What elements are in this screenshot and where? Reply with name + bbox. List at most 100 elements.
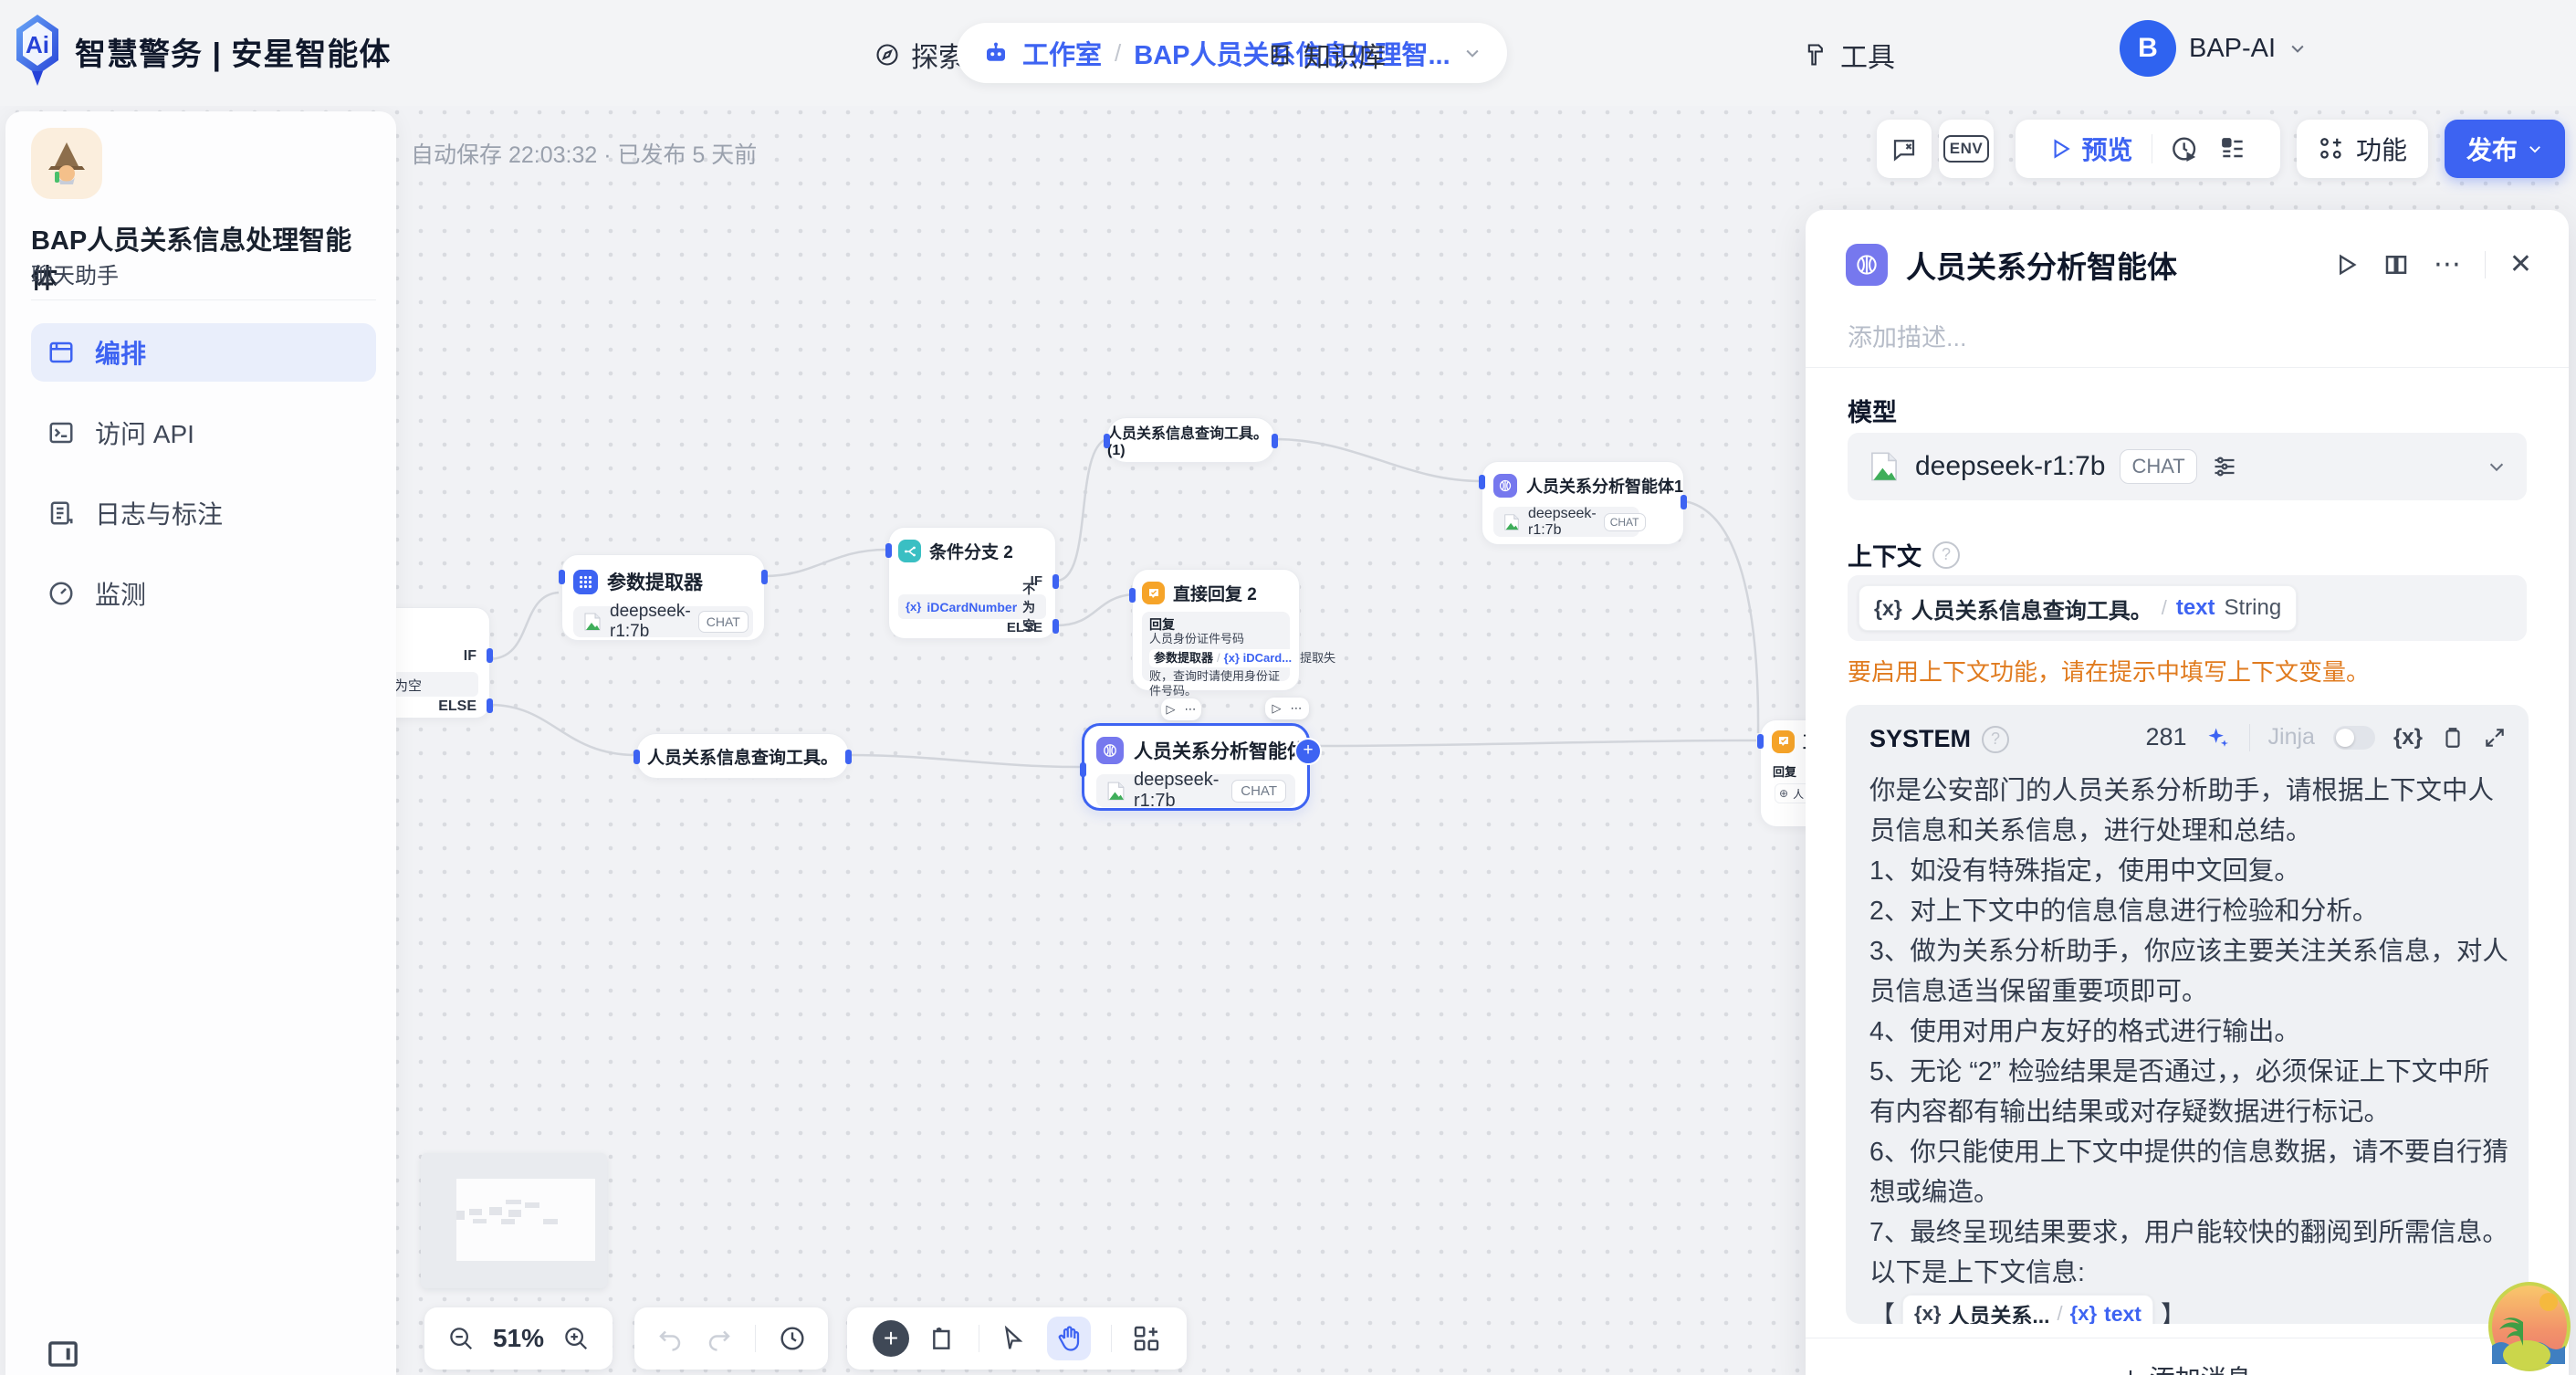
add-note-icon[interactable] [929, 1324, 958, 1353]
open-docs-icon[interactable] [2382, 251, 2410, 278]
reply-icon [1772, 730, 1795, 753]
logs-icon [47, 499, 75, 527]
help-icon[interactable]: ? [1982, 726, 2009, 753]
port-else-out[interactable] [1052, 619, 1059, 634]
variable-name: 人员关系... [1948, 1298, 2049, 1324]
chevron-down-icon[interactable] [2487, 457, 2507, 477]
ai-sparkle-icon[interactable] [2205, 725, 2231, 750]
preview-button[interactable]: 预览 [2048, 131, 2132, 167]
features-button[interactable]: 功能 [2297, 120, 2428, 178]
reply-tail1: 提取失 [1300, 651, 1335, 666]
nav-explore[interactable]: 探索 [874, 35, 966, 75]
run-agent-icon[interactable] [2333, 252, 2359, 278]
zoom-in-icon[interactable] [562, 1325, 590, 1352]
sidebar-item-logs[interactable]: 日志与标注 [31, 484, 376, 542]
more-icon[interactable]: ⋯ [1185, 702, 1197, 717]
port-in[interactable] [885, 543, 892, 558]
variable-sep: / [2162, 596, 2167, 620]
node-param-extractor[interactable]: 参数提取器 deepseek-r1:7b CHAT [561, 554, 765, 641]
port-if-out[interactable] [1052, 574, 1059, 589]
variable-name: iDCardNumber [927, 600, 1017, 614]
sidebar-item-api[interactable]: 访问 API [31, 404, 376, 462]
port-out[interactable] [761, 570, 768, 584]
insert-variable-icon[interactable]: {x} [2393, 725, 2423, 750]
sidebar-item-orchestrate[interactable]: 编排 [31, 323, 376, 382]
auto-layout-icon[interactable] [1132, 1324, 1161, 1353]
chevron-down-icon [1463, 44, 1482, 62]
comment-button[interactable] [1877, 120, 1932, 178]
select-cursor-icon[interactable] [1000, 1325, 1027, 1352]
port-out[interactable] [845, 750, 852, 764]
copy-icon[interactable] [2441, 726, 2465, 750]
port-else-out[interactable] [487, 698, 493, 713]
help-icon[interactable]: ? [1932, 541, 1960, 569]
zoom-out-icon[interactable] [447, 1325, 475, 1352]
model-label: 模型 [1848, 393, 1897, 428]
env-variables-button[interactable]: ENV [1939, 120, 1994, 178]
port-if-out[interactable] [487, 648, 493, 663]
model-thumbnail-icon [1105, 781, 1126, 802]
workspace-label[interactable]: 工作室 [1022, 34, 1102, 72]
context-variable-pill[interactable]: {x} 人员关系信息查询工具。 / text String [1859, 585, 2297, 631]
description-placeholder[interactable]: 添加描述... [1848, 318, 1967, 353]
workspace-breadcrumb[interactable]: 工作室 / BAP人员关系信息处理智... [957, 23, 1507, 83]
version-history-icon[interactable] [778, 1324, 807, 1353]
avatar[interactable]: B [2120, 20, 2176, 77]
node-tool-query[interactable]: 人员关系信息查询工具。 [636, 733, 849, 779]
nav-knowledge[interactable]: 知识库 [1267, 35, 1386, 75]
run-icon[interactable]: ▷ [1167, 702, 1176, 717]
port-in[interactable] [1080, 762, 1086, 777]
node-direct-reply2[interactable]: 直接回复 2 回复 人员身份证件号码 参数提取器 / {x} iDCard...… [1132, 569, 1300, 691]
node-condition2[interactable]: 条件分支 2 IF {x} iDCardNumber 不为空 ELSE [888, 527, 1056, 639]
node-hover-toolbar[interactable]: ▷⋯ [1265, 698, 1309, 719]
jinja-toggle[interactable] [2333, 726, 2375, 750]
port-out[interactable] [1272, 434, 1278, 448]
run-history-icon[interactable] [2171, 134, 2200, 163]
logo-icon: Ai [15, 13, 60, 89]
reply-line1: 人员身份证件号码 [1149, 632, 1283, 646]
knowledge-book-icon [1267, 42, 1293, 68]
close-icon[interactable]: ✕ [2509, 248, 2532, 280]
pan-hand-icon[interactable] [1047, 1317, 1091, 1360]
sidebar-item-label: 访问 API [95, 415, 194, 451]
bracket-close: 】 [2161, 1296, 2186, 1324]
minimap[interactable] [421, 1153, 607, 1288]
parameter-extractor-icon [573, 570, 598, 594]
context-variable-row[interactable]: {x} 人员关系信息查询工具。 / text String [1848, 575, 2527, 641]
else-label: ELSE [438, 698, 476, 715]
port-out[interactable] [1681, 495, 1687, 509]
port-in[interactable] [1129, 588, 1136, 603]
add-node-button[interactable]: + [873, 1320, 909, 1357]
context-ref-pill[interactable]: {x} 人员关系... / {x} text [1902, 1295, 2153, 1324]
publish-label: 发布 [2466, 131, 2518, 167]
add-message-footer[interactable]: + 添加消息 [1806, 1338, 2569, 1375]
app-logo[interactable]: Ai 智慧警务 | 安星智能体 [15, 13, 391, 89]
run-icon[interactable]: ▷ [1272, 701, 1282, 716]
undo-icon[interactable] [656, 1325, 684, 1352]
port-in[interactable] [1104, 434, 1110, 448]
node-hover-toolbar[interactable]: ▷⋯ [1161, 698, 1201, 720]
sidebar-item-monitor[interactable]: 监测 [31, 564, 376, 623]
redo-icon[interactable] [706, 1325, 733, 1352]
port-in[interactable] [1479, 475, 1485, 489]
account-menu[interactable]: B BAP-AI [2120, 20, 2307, 77]
zoom-level[interactable]: 51% [493, 1324, 544, 1353]
nav-tools[interactable]: 工具 [1804, 35, 1895, 75]
add-next-node-button[interactable]: + [1294, 738, 1322, 765]
port-in[interactable] [1757, 734, 1764, 749]
checklist-icon[interactable] [2218, 134, 2247, 163]
port-in[interactable] [559, 570, 565, 584]
model-params-icon[interactable] [2212, 454, 2237, 479]
agent-avatar[interactable] [31, 128, 102, 199]
more-icon[interactable]: ⋯ [1291, 701, 1303, 716]
node-agent-selected[interactable]: 人员关系分析智能体 deepseek-r1:7b CHAT + [1082, 723, 1310, 811]
collapse-sidebar-icon[interactable] [47, 1340, 79, 1368]
system-prompt-text[interactable]: 你是公安部门的人员关系分析助手，请根据上下文中人员信息和关系信息，进行处理和总结… [1869, 771, 2508, 1293]
model-selector[interactable]: deepseek-r1:7b CHAT [1848, 433, 2527, 500]
node-agent1[interactable]: 人员关系分析智能体1 deepseek-r1:7b CHAT [1482, 461, 1684, 545]
port-in[interactable] [634, 750, 640, 764]
node-tool-query-1[interactable]: 人员关系信息查询工具。 (1) [1106, 417, 1275, 463]
more-icon[interactable]: ⋯ [2434, 256, 2461, 274]
publish-button[interactable]: 发布 [2445, 120, 2565, 178]
expand-icon[interactable] [2483, 726, 2507, 750]
